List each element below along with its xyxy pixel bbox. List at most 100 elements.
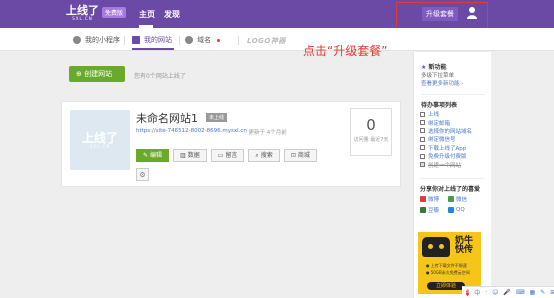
chart-icon: ▥ bbox=[180, 152, 186, 159]
emoji-icon[interactable]: ☺ bbox=[492, 289, 498, 296]
search-label: 搜索 bbox=[260, 152, 273, 159]
edit-icon: ✎ bbox=[143, 152, 149, 159]
sub-nav: 我的小程序 我的网站 域名 LOGO神器 bbox=[0, 28, 554, 51]
gear-icon: ⚙ bbox=[139, 170, 146, 179]
todo-label: 选择你的网站域名 bbox=[428, 128, 473, 135]
checkbox-icon bbox=[420, 145, 425, 151]
plan-badge: 免费版 bbox=[102, 7, 127, 18]
notification-dot bbox=[217, 38, 220, 42]
new-feature-item: 多级下拉菜单 bbox=[421, 73, 455, 79]
site-icon bbox=[132, 36, 140, 44]
site-name[interactable]: 未命名网站1 bbox=[136, 110, 198, 126]
tab-label: 我的小程序 bbox=[85, 36, 120, 44]
settings-button[interactable]: ⚙ bbox=[136, 168, 149, 181]
share-label: 豆瓣 bbox=[428, 208, 440, 214]
store-button[interactable]: ⊡ 商城 bbox=[283, 149, 317, 162]
todo-title: 待办事项列表 bbox=[421, 100, 457, 109]
messages-label: 留言 bbox=[225, 152, 238, 159]
divider bbox=[421, 94, 485, 95]
site-count-hint: 您有0个网站上线了 bbox=[134, 73, 186, 80]
microphone-icon[interactable]: 🎤 bbox=[503, 289, 510, 296]
site-thumbnail[interactable]: 上线了 SXL.CN bbox=[70, 110, 130, 170]
store-label: 商城 bbox=[297, 152, 310, 159]
nav-home[interactable]: 主页 bbox=[139, 9, 155, 20]
todo-heading: 待办事项列表 bbox=[421, 102, 458, 109]
punctuation-icon[interactable]: · bbox=[485, 289, 487, 296]
new-features-title: 新功能 bbox=[428, 64, 447, 71]
divider bbox=[124, 36, 125, 45]
share-qq[interactable]: QQ bbox=[448, 206, 476, 214]
cow-logo-icon bbox=[422, 237, 450, 257]
compass-icon bbox=[73, 36, 81, 44]
share-title: 分享你对上线了的喜爱 bbox=[420, 186, 481, 193]
todo-label: 下载上线了App bbox=[428, 145, 467, 152]
keyboard-icon[interactable]: ⌨ bbox=[516, 289, 525, 296]
promo-line-1: ● 上传下载文件不限速 bbox=[426, 263, 467, 268]
douban-icon bbox=[420, 207, 426, 213]
data-label: 数据 bbox=[187, 152, 200, 159]
divider bbox=[179, 36, 180, 45]
toolbox-icon[interactable]: ▦ bbox=[530, 289, 536, 296]
weibo-icon bbox=[420, 196, 426, 202]
tab-my-sites[interactable]: 我的网站 bbox=[132, 35, 172, 45]
checkbox-icon bbox=[420, 153, 425, 159]
search-button[interactable]: ⌕ 搜索 bbox=[248, 149, 280, 162]
todo-item[interactable]: 绑定微信号 bbox=[420, 135, 472, 143]
data-button[interactable]: ▥ 数据 bbox=[173, 149, 207, 162]
thumbnail-domain: SXL.CN bbox=[89, 143, 111, 149]
nav-discover[interactable]: 发现 bbox=[164, 9, 180, 20]
share-douban[interactable]: 豆瓣 bbox=[420, 206, 448, 214]
site-url-link[interactable]: https://site-746512-8002-8696.mysxl.cn bbox=[136, 128, 247, 134]
checkbox-icon bbox=[420, 111, 425, 117]
plus-icon: ⊕ bbox=[76, 70, 85, 78]
promo-banner[interactable]: 奶牛快传 ● 上传下载文件不限速 ● 50GB永久免费云空间 立即体验 bbox=[418, 232, 481, 294]
new-features-section: ★ 新功能 多级下拉菜单 查看更多新功能 › bbox=[421, 62, 463, 87]
brand-logo[interactable]: 上线了 SXL.CN 免费版 bbox=[66, 5, 127, 21]
todo-item[interactable]: 选择你的网站域名 bbox=[420, 127, 472, 135]
tab-domain[interactable]: 域名 bbox=[185, 35, 220, 45]
todo-item[interactable]: 绑定邮箱 bbox=[420, 118, 472, 127]
create-site-label: 创建网站 bbox=[84, 70, 113, 78]
site-actions: ✎ 编辑 ▥ 数据 ▭ 留言 ⌕ 搜索 ⊡ 商城 bbox=[136, 149, 317, 162]
tab-label: 我的网站 bbox=[144, 36, 172, 44]
ime-mode[interactable]: 中 bbox=[474, 288, 480, 297]
share-section: 分享你对上线了的喜爱 bbox=[420, 184, 480, 193]
checkbox-icon bbox=[420, 136, 425, 142]
visits-stats: 0 访问量 最近7天 bbox=[350, 108, 392, 156]
share-links: 微博 微信 豆瓣 QQ bbox=[420, 195, 476, 214]
tab-logo-tool[interactable]: LOGO神器 bbox=[247, 36, 286, 46]
sogou-icon[interactable]: S bbox=[466, 289, 470, 296]
share-weibo[interactable]: 微博 bbox=[420, 195, 448, 203]
todo-label: 上线 bbox=[428, 112, 440, 119]
ime-toolbar: S 中 · ☺ 🎤 ⌨ ▦ ✎ ⊞ bbox=[462, 286, 554, 298]
todo-item-done[interactable]: 创建一个网站 bbox=[420, 160, 472, 169]
status-badge: 未上线 bbox=[206, 113, 228, 122]
todo-label: 免费升级付费版 bbox=[428, 154, 467, 161]
share-label: QQ bbox=[456, 207, 465, 213]
promo-line-2: ● 50GB永久免费云空间 bbox=[426, 270, 470, 275]
instruction-annotation: 点击“升级套餐” bbox=[303, 44, 388, 58]
more-features-link[interactable]: 查看更多新功能 › bbox=[421, 79, 463, 87]
todo-item[interactable]: 上线 bbox=[420, 110, 472, 118]
share-label: 微博 bbox=[428, 197, 440, 203]
cart-icon: ⊡ bbox=[290, 152, 296, 159]
share-wechat[interactable]: 微信 bbox=[448, 195, 476, 203]
todo-label: 绑定邮箱 bbox=[428, 120, 451, 127]
todo-item[interactable]: 免费升级付费版 bbox=[420, 152, 472, 160]
wechat-icon bbox=[448, 196, 454, 202]
create-site-button[interactable]: ⊕ 创建网站 bbox=[69, 66, 125, 82]
skin-icon[interactable]: ✎ bbox=[540, 289, 545, 296]
edit-button[interactable]: ✎ 编辑 bbox=[136, 149, 170, 162]
visits-label: 访问量 最近7天 bbox=[353, 137, 389, 143]
checked-icon bbox=[420, 162, 425, 168]
todo-label: 创建一个网站 bbox=[428, 162, 462, 169]
menu-icon[interactable]: ⊞ bbox=[550, 289, 554, 296]
messages-button[interactable]: ▭ 留言 bbox=[210, 149, 245, 162]
divider bbox=[238, 36, 239, 45]
todo-item[interactable]: 下载上线了App bbox=[420, 144, 472, 152]
promo-cta-button[interactable]: 立即体验 bbox=[427, 282, 465, 290]
checkbox-icon bbox=[420, 120, 425, 126]
checkbox-icon bbox=[420, 128, 425, 134]
tab-mini-program[interactable]: 我的小程序 bbox=[73, 35, 120, 45]
site-updated-time: · 更新于 4个月前 bbox=[245, 130, 287, 136]
